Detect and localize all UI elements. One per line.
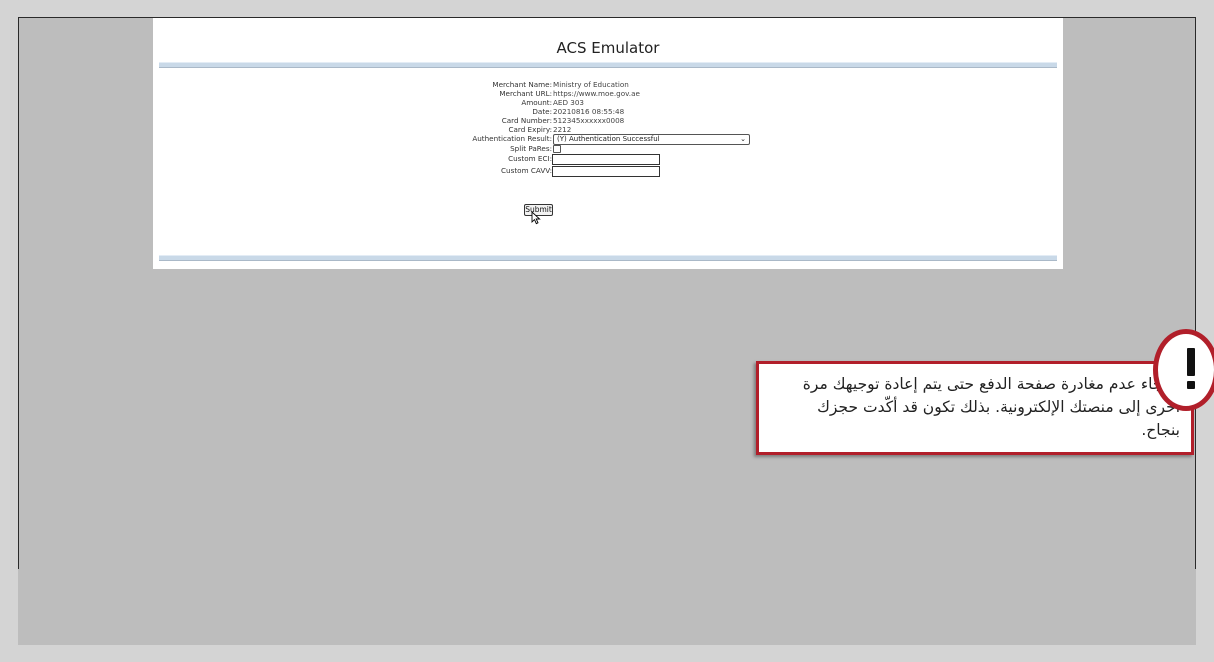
- field-row-custom-eci: Custom ECI:: [153, 154, 1063, 165]
- custom-eci-label: Custom ECI:: [508, 154, 552, 163]
- field-row-custom-cavv: Custom CAVV:: [153, 166, 1063, 177]
- field-row-authentication-result: Authentication Result: (Y) Authenticatio…: [153, 134, 1063, 145]
- page-title: ACS Emulator: [556, 39, 660, 57]
- exclamation-icon: [1153, 329, 1214, 411]
- authentication-result-label: Authentication Result:: [472, 134, 552, 143]
- chevron-down-icon: ⌄: [740, 135, 746, 143]
- custom-cavv-label: Custom CAVV:: [501, 166, 552, 175]
- footer-divider: [159, 255, 1057, 261]
- stage-border-right: [1195, 17, 1196, 569]
- field-row-split-pares: Split PaRes:: [153, 144, 1063, 154]
- split-pares-label: Split PaRes:: [510, 144, 552, 153]
- exclamation-bar: [1187, 348, 1195, 376]
- stage-border-left: [18, 17, 19, 569]
- authentication-result-selected: (Y) Authentication Successful: [557, 135, 660, 143]
- exclamation-dot: [1187, 381, 1195, 389]
- notice-text: الرجاء عدم مغادرة صفحة الدفع حتى يتم إعا…: [802, 375, 1180, 439]
- header-divider: [159, 62, 1057, 68]
- mouse-pointer-icon: [531, 211, 541, 225]
- custom-eci-input[interactable]: [552, 154, 660, 165]
- acs-emulator-screenshot: ACS Emulator Merchant Name: Ministry of …: [153, 18, 1063, 269]
- split-pares-checkbox[interactable]: [553, 145, 561, 153]
- payment-redirect-notice: الرجاء عدم مغادرة صفحة الدفع حتى يتم إعا…: [756, 361, 1194, 455]
- custom-cavv-input[interactable]: [552, 166, 660, 177]
